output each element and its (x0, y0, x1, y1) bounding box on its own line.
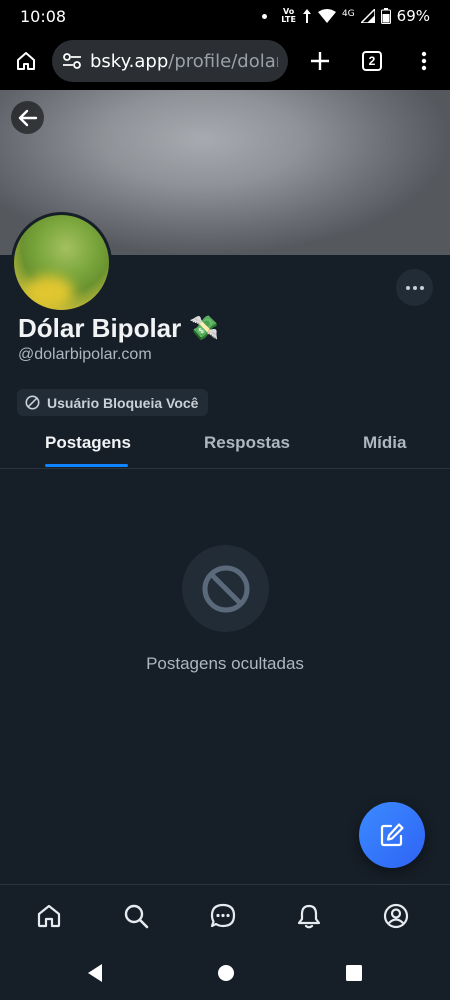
more-dot-icon (405, 285, 410, 290)
arrow-left-icon (18, 109, 37, 126)
active-tab-indicator (45, 464, 128, 467)
tab-postagens[interactable]: Postagens (45, 433, 131, 453)
profile-display-name: Dólar Bipolar 💸 (18, 313, 219, 344)
wifi-icon (317, 9, 336, 23)
bell-icon (297, 904, 321, 929)
new-tab-button[interactable] (294, 32, 346, 90)
browser-home-button[interactable] (0, 32, 52, 90)
volte-icon: Vo LTE (281, 8, 296, 24)
avatar[interactable] (11, 212, 112, 313)
nav-notifications[interactable] (294, 901, 324, 931)
ban-small-icon (25, 395, 40, 410)
volte-bottom-label: LTE (281, 15, 296, 24)
browser-menu-button[interactable] (398, 32, 450, 90)
status-bar: 10:08 Vo LTE 4G 69% (0, 0, 450, 32)
system-home-icon[interactable] (217, 963, 235, 983)
tab-midia[interactable]: Mídia (363, 433, 406, 453)
blocked-label: Usuário Bloqueia Você (47, 394, 199, 411)
money-wings-emoji: 💸 (189, 315, 220, 342)
profile-more-button[interactable] (396, 269, 433, 306)
profile-handle: @dolarbipolar.com (18, 346, 152, 363)
kebab-menu-icon (421, 51, 427, 71)
system-recents-icon[interactable] (345, 963, 363, 983)
display-name-text: Dólar Bipolar (18, 313, 182, 343)
home-icon (37, 904, 61, 928)
empty-state-text: Postagens ocultadas (146, 654, 304, 673)
avatar-image (24, 275, 74, 310)
battery-level: 69% (396, 7, 430, 25)
profile-tabs: Postagens Respostas Mídia (0, 420, 450, 469)
ban-icon (202, 565, 249, 612)
chat-icon (210, 903, 236, 928)
nav-chat[interactable] (208, 901, 238, 931)
back-button[interactable] (11, 101, 44, 134)
battery-icon (380, 8, 391, 24)
status-icons: Vo LTE 4G 69% (262, 7, 430, 25)
system-back-icon[interactable] (86, 963, 104, 983)
tab-switcher-button[interactable]: 2 (346, 32, 398, 90)
more-dot-icon (412, 285, 417, 290)
url-path: /profile/dolarbip (168, 50, 278, 72)
search-icon (124, 904, 149, 929)
nav-profile[interactable] (381, 901, 411, 931)
compose-icon (380, 823, 404, 847)
network-type: 4G (341, 9, 355, 19)
blocked-badge: Usuário Bloqueia Você (17, 389, 209, 416)
compose-button[interactable] (359, 802, 425, 868)
address-bar[interactable]: bsky.app/profile/dolarbip (52, 40, 288, 82)
profile-icon (383, 903, 409, 929)
site-settings-icon[interactable] (62, 52, 82, 70)
url-domain: bsky.app (90, 50, 169, 72)
tab-respostas[interactable]: Respostas (204, 433, 290, 453)
empty-state-icon-circle (182, 545, 269, 632)
bottom-navigation (0, 884, 450, 946)
system-navigation (0, 946, 450, 1000)
notification-dot-icon (262, 13, 268, 19)
status-time: 10:08 (20, 6, 67, 26)
nav-search[interactable] (121, 901, 151, 931)
signal-icon (360, 9, 375, 23)
address-url: bsky.app/profile/dolarbip (90, 51, 278, 72)
more-dot-icon (419, 285, 424, 290)
data-arrows-icon (302, 9, 311, 23)
browser-toolbar: bsky.app/profile/dolarbip 2 (0, 32, 450, 90)
home-outline-icon (17, 52, 35, 70)
plus-icon (311, 52, 329, 70)
nav-home[interactable] (34, 901, 64, 931)
tab-count: 2 (362, 51, 382, 71)
